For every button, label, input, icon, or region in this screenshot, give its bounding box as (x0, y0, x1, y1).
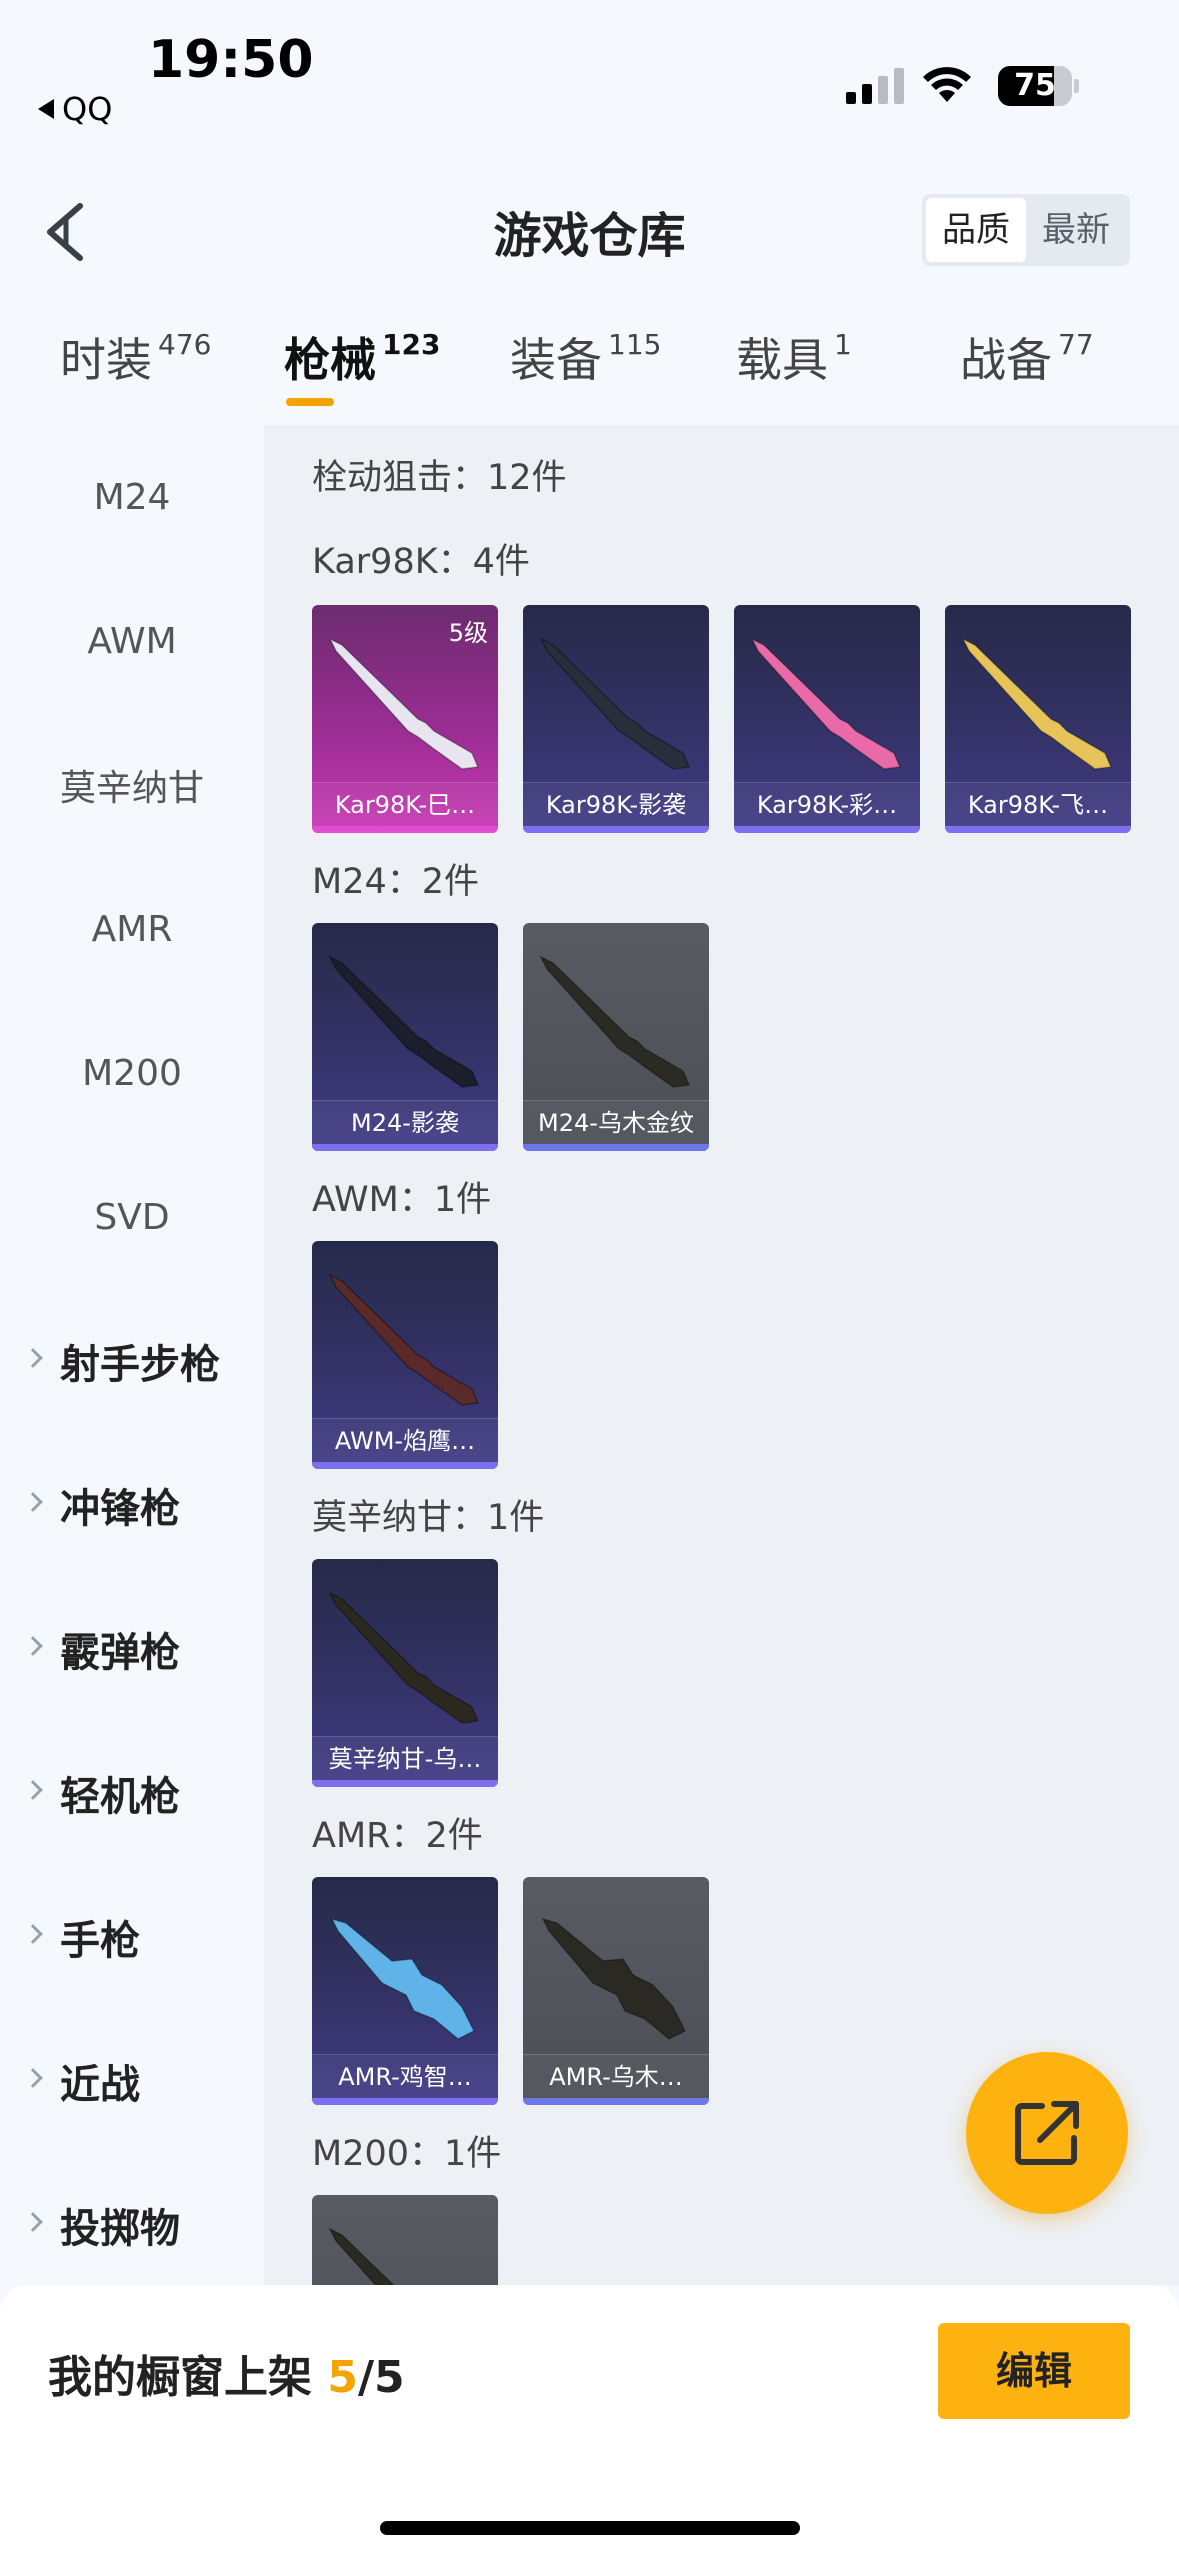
weapon-name: Kar98K-飞… (945, 782, 1131, 826)
clock: 19:50 (148, 30, 314, 90)
rifle-icon (328, 1273, 480, 1406)
weapon-card[interactable]: M24-乌木金纹 (523, 923, 709, 1151)
chevron-right-icon (23, 1348, 43, 1368)
rarity-bar (523, 826, 709, 833)
back-to-app-link[interactable]: QQ (38, 90, 112, 128)
rifle-icon (328, 637, 480, 770)
weapon-card[interactable]: 5级 Kar98K-巳… (312, 605, 498, 833)
weapon-card[interactable]: Kar98K-影袭 (523, 605, 709, 833)
external-share-icon (1015, 2101, 1079, 2165)
bottom-bar: 我的橱窗上架 5/5 编辑 (0, 2285, 1179, 2556)
weapon-name: Kar98K-彩… (734, 782, 920, 826)
tab-fashion[interactable]: 时装 476 (60, 324, 211, 390)
tab-vehicles[interactable]: 载具 1 (736, 324, 852, 390)
rifle-icon (328, 2227, 395, 2285)
rarity-bar (312, 2098, 498, 2105)
section-heading-mosin: 莫辛纳甘：1件 (312, 1498, 545, 1538)
wifi-icon (923, 67, 971, 102)
sidebar-item-m200[interactable]: M200 (0, 1001, 264, 1145)
weapon-name: Kar98K-巳… (312, 782, 498, 826)
tab-guns[interactable]: 枪械 123 (284, 324, 440, 390)
showcase-status: 我的橱窗上架 5/5 (48, 2352, 405, 2403)
weapon-list[interactable]: 栓动狙击：12件 Kar98K：4件 5级 Kar98K-巳… Kar98K-影… (264, 425, 1179, 2285)
active-tab-indicator (286, 398, 334, 406)
weapon-card[interactable]: 莫辛纳甘-乌… (312, 1559, 498, 1787)
sidebar-group-marksman-rifles[interactable]: 射手步枪 (0, 1289, 264, 1433)
weapon-name: 莫辛纳甘-乌… (312, 1736, 498, 1780)
level-badge: 5级 (448, 619, 488, 647)
rarity-bar (945, 826, 1131, 833)
rarity-bar (312, 1462, 498, 1469)
cellular-signal-icon (846, 64, 904, 104)
share-fab-button[interactable] (966, 2052, 1128, 2214)
rifle-icon (961, 637, 1113, 770)
chevron-right-icon (23, 2212, 43, 2232)
section-heading-awm: AWM：1件 (312, 1180, 492, 1220)
chevron-right-icon (23, 2068, 43, 2088)
section-heading-kar98k: Kar98K：4件 (312, 542, 530, 582)
weapon-name: AWM-焰鹰… (312, 1418, 498, 1462)
rifle-icon (328, 955, 480, 1088)
weapon-sidebar: M24 AWM 莫辛纳甘 AMR M200 SVD 射手步枪 冲锋枪 霰弹枪 轻… (0, 425, 264, 2285)
rifle-icon (330, 1917, 476, 2040)
section-heading-m200: M200：1件 (312, 2134, 502, 2174)
chevron-right-icon (23, 1924, 43, 1944)
weapon-card[interactable]: Kar98K-飞… (945, 605, 1131, 833)
rifle-icon (539, 637, 691, 770)
back-app-label: QQ (62, 90, 113, 128)
rarity-bar (523, 2098, 709, 2105)
rifle-icon (328, 1591, 480, 1724)
rarity-bar (312, 826, 498, 833)
rarity-bar (523, 1144, 709, 1151)
header: 游戏仓库 品质 最新 (0, 170, 1179, 290)
weapon-card[interactable]: Kar98K-彩… (734, 605, 920, 833)
back-triangle-icon (38, 99, 54, 119)
home-indicator (380, 2521, 800, 2535)
sidebar-group-throwables[interactable]: 投掷物 (0, 2153, 264, 2297)
weapon-name: M24-乌木金纹 (523, 1100, 709, 1144)
chevron-right-icon (23, 1636, 43, 1656)
sidebar-group-smg[interactable]: 冲锋枪 (0, 1433, 264, 1577)
category-tabs: 时装 476 枪械 123 装备 115 载具 1 战备 77 (0, 310, 1179, 420)
chevron-right-icon (23, 1780, 43, 1800)
sort-toggle: 品质 最新 (922, 194, 1130, 266)
weapon-name: M24-影袭 (312, 1100, 498, 1144)
rarity-bar (312, 1144, 498, 1151)
sidebar-group-lmg[interactable]: 轻机枪 (0, 1721, 264, 1865)
category-heading: 栓动狙击：12件 (312, 458, 567, 498)
sidebar-group-pistols[interactable]: 手枪 (0, 1865, 264, 2009)
sort-latest-button[interactable]: 最新 (1026, 198, 1126, 262)
sidebar-item-m24[interactable]: M24 (0, 425, 264, 569)
tab-supplies[interactable]: 战备 77 (960, 324, 1094, 390)
tab-equipment[interactable]: 装备 115 (510, 324, 661, 390)
weapon-card[interactable]: M24-影袭 (312, 923, 498, 1151)
weapon-name: Kar98K-影袭 (523, 782, 709, 826)
section-heading-amr: AMR：2件 (312, 1816, 483, 1856)
sort-quality-button[interactable]: 品质 (926, 198, 1026, 262)
weapon-card[interactable]: AWM-焰鹰… (312, 1241, 498, 1469)
sidebar-item-amr[interactable]: AMR (0, 857, 264, 1001)
rifle-icon (539, 955, 691, 1088)
chevron-right-icon (23, 1492, 43, 1512)
battery-percent: 75 (1014, 68, 1056, 103)
rifle-icon (541, 1917, 687, 2040)
weapon-name: AMR-乌木… (523, 2054, 709, 2098)
battery-icon: 75 (998, 66, 1079, 106)
weapon-card[interactable]: AMR-鸡智… (312, 1877, 498, 2105)
section-heading-m24: M24：2件 (312, 862, 480, 902)
sidebar-group-melee[interactable]: 近战 (0, 2009, 264, 2153)
weapon-card[interactable]: AMR-乌木… (523, 1877, 709, 2105)
weapon-name: AMR-鸡智… (312, 2054, 498, 2098)
back-arrow-icon[interactable] (36, 192, 106, 272)
sidebar-item-mosin[interactable]: 莫辛纳甘 (0, 713, 264, 857)
sidebar-item-awm[interactable]: AWM (0, 569, 264, 713)
rarity-bar (312, 1780, 498, 1787)
edit-button[interactable]: 编辑 (938, 2323, 1130, 2419)
rifle-icon (750, 637, 902, 770)
rarity-bar (734, 826, 920, 833)
status-bar: 19:50 QQ 75 (0, 0, 1179, 140)
sidebar-group-shotguns[interactable]: 霰弹枪 (0, 1577, 264, 1721)
weapon-card[interactable] (312, 2195, 498, 2285)
sidebar-item-svd[interactable]: SVD (0, 1145, 264, 1289)
